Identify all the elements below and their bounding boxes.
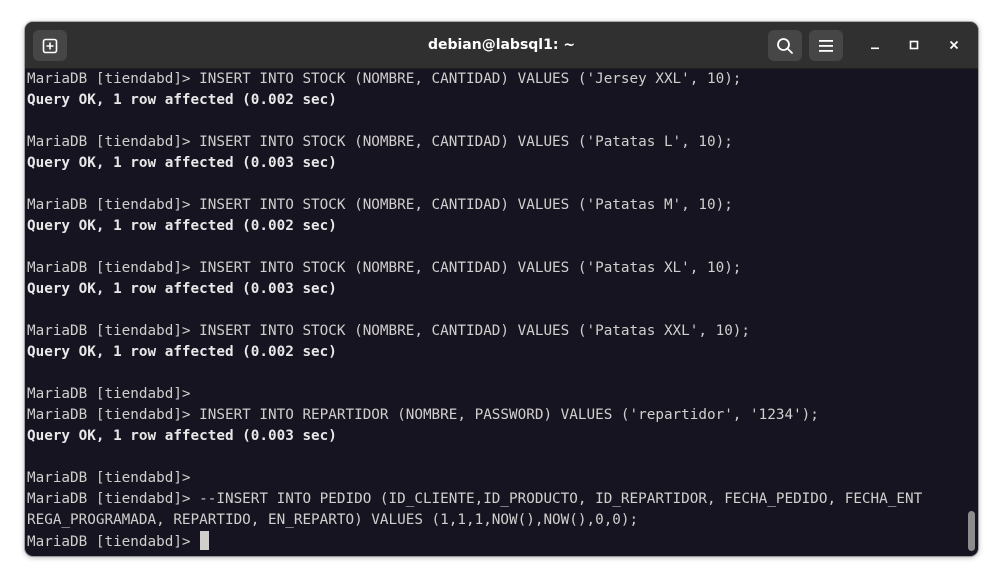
terminal-window: debian@labsql1: ~ MariaDB [tiendabd]> IN… [25,22,978,556]
close-button[interactable] [942,33,966,57]
terminal-line: Query OK, 1 row affected (0.002 sec) [27,218,337,234]
terminal-line: MariaDB [tiendabd]> INSERT INTO STOCK (N… [27,323,751,339]
terminal-line: Query OK, 1 row affected (0.002 sec) [27,92,337,108]
minimize-icon [871,47,879,50]
close-icon [949,40,959,50]
menu-button[interactable] [809,30,843,61]
terminal-prompt-line[interactable]: MariaDB [tiendabd]> [27,531,210,552]
vertical-scrollbar[interactable] [965,69,978,556]
terminal-line: MariaDB [tiendabd]> --INSERT INTO PEDIDO… [27,491,923,507]
terminal-output[interactable]: MariaDB [tiendabd]> INSERT INTO STOCK (N… [25,69,965,556]
terminal-line: Query OK, 1 row affected (0.002 sec) [27,344,337,360]
terminal-prompt: MariaDB [tiendabd]> [27,534,200,550]
terminal-line: MariaDB [tiendabd]> [27,470,191,486]
terminal-line: MariaDB [tiendabd]> INSERT INTO STOCK (N… [27,260,742,276]
terminal-line: Query OK, 1 row affected (0.003 sec) [27,281,337,297]
minimize-button[interactable] [863,33,887,57]
scrollbar-thumb[interactable] [968,511,975,551]
search-icon [777,37,793,54]
terminal-line: Query OK, 1 row affected (0.003 sec) [27,428,337,444]
new-tab-button[interactable] [33,30,67,61]
maximize-icon [909,40,919,50]
title-bar[interactable]: debian@labsql1: ~ [25,22,978,69]
terminal-line: Query OK, 1 row affected (0.003 sec) [27,155,337,171]
text-cursor [200,531,210,550]
new-tab-icon [42,38,58,53]
maximize-button[interactable] [902,33,926,57]
terminal-line: MariaDB [tiendabd]> INSERT INTO STOCK (N… [27,197,733,213]
terminal-line: MariaDB [tiendabd]> [27,386,191,402]
terminal-line: MariaDB [tiendabd]> INSERT INTO STOCK (N… [27,134,733,150]
terminal-line: MariaDB [tiendabd]> INSERT INTO REPARTID… [27,407,819,423]
search-button[interactable] [768,30,802,61]
hamburger-menu-icon [819,39,833,52]
terminal-line: MariaDB [tiendabd]> INSERT INTO STOCK (N… [27,71,742,87]
terminal-line: REGA_PROGRAMADA, REPARTIDO, EN_REPARTO) … [27,512,639,528]
